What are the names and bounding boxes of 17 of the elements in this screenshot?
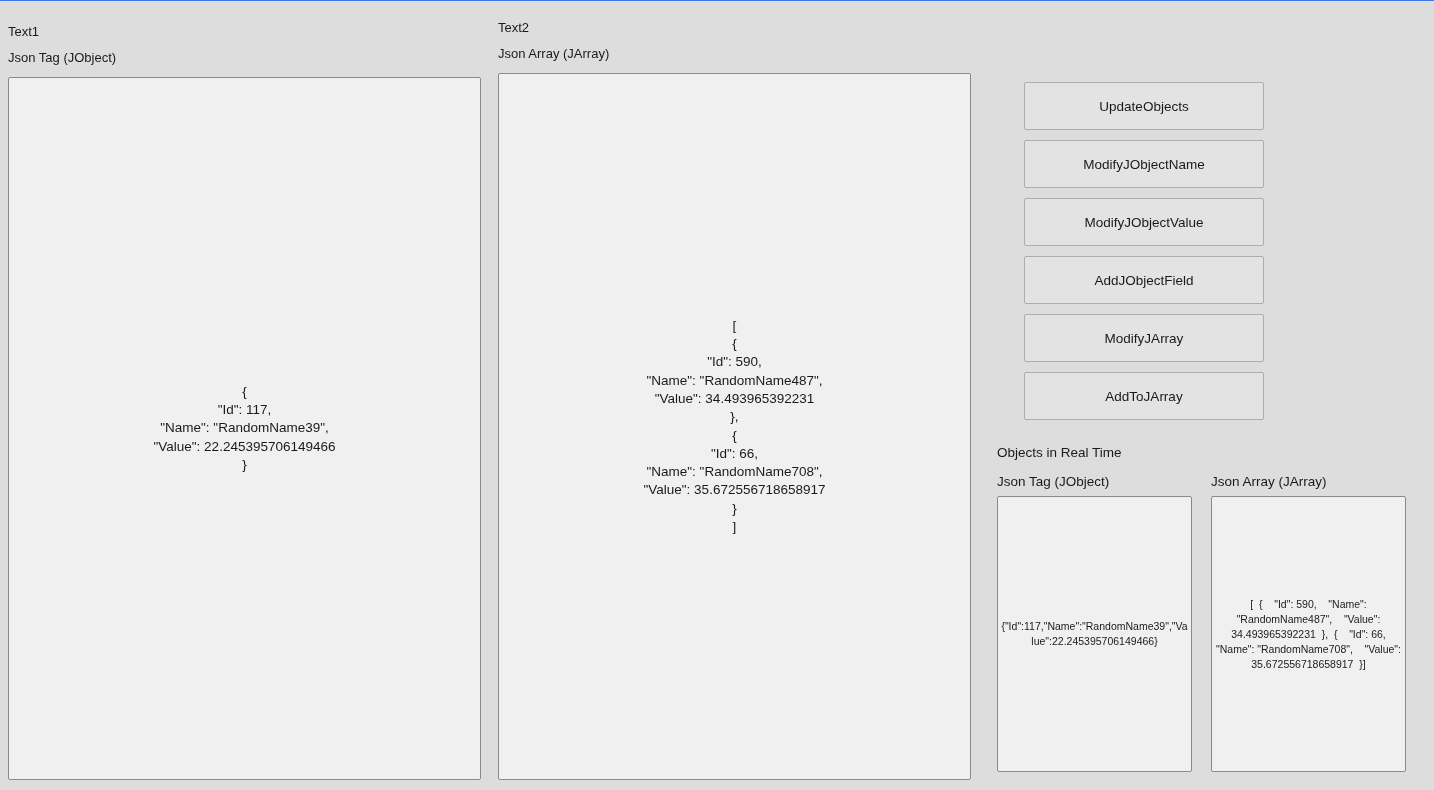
action-button[interactable]: AddToJArray: [1024, 372, 1264, 420]
panel-label: Json Array (JArray): [1211, 474, 1328, 491]
json-text-box[interactable]: {"Id":117,"Name":"RandomName39","Value":22.245395706149466}: [997, 496, 1192, 772]
panel-label: Json Tag (JObject): [8, 50, 118, 67]
action-button[interactable]: ModifyJArray: [1024, 314, 1264, 362]
caption-text: Text2: [498, 20, 531, 37]
action-button[interactable]: AddJObjectField: [1024, 256, 1264, 304]
caption-text: Text1: [8, 24, 41, 41]
json-text-box[interactable]: [ { "Id": 590, "Name": "RandomName487", "Value": 34.493965392231 }, { "Id": 66, "Name": "RandomName708", "Value": 35.672556718658917 }]: [1211, 496, 1406, 772]
json-text-box[interactable]: { "Id": 117, "Name": "RandomName39", "Value": 22.245395706149466 }: [8, 77, 481, 780]
section-title: Objects in Real Time: [997, 445, 1123, 462]
action-button[interactable]: ModifyJObjectName: [1024, 140, 1264, 188]
json-text-box[interactable]: [ { "Id": 590, "Name": "RandomName487", "Value": 34.493965392231 }, { "Id": 66, "Name": "RandomName708", "Value": 35.672556718658917 } ]: [498, 73, 971, 780]
action-button[interactable]: UpdateObjects: [1024, 82, 1264, 130]
panel-label: Json Array (JArray): [498, 46, 611, 63]
panel-label: Json Tag (JObject): [997, 474, 1111, 491]
action-button[interactable]: ModifyJObjectValue: [1024, 198, 1264, 246]
